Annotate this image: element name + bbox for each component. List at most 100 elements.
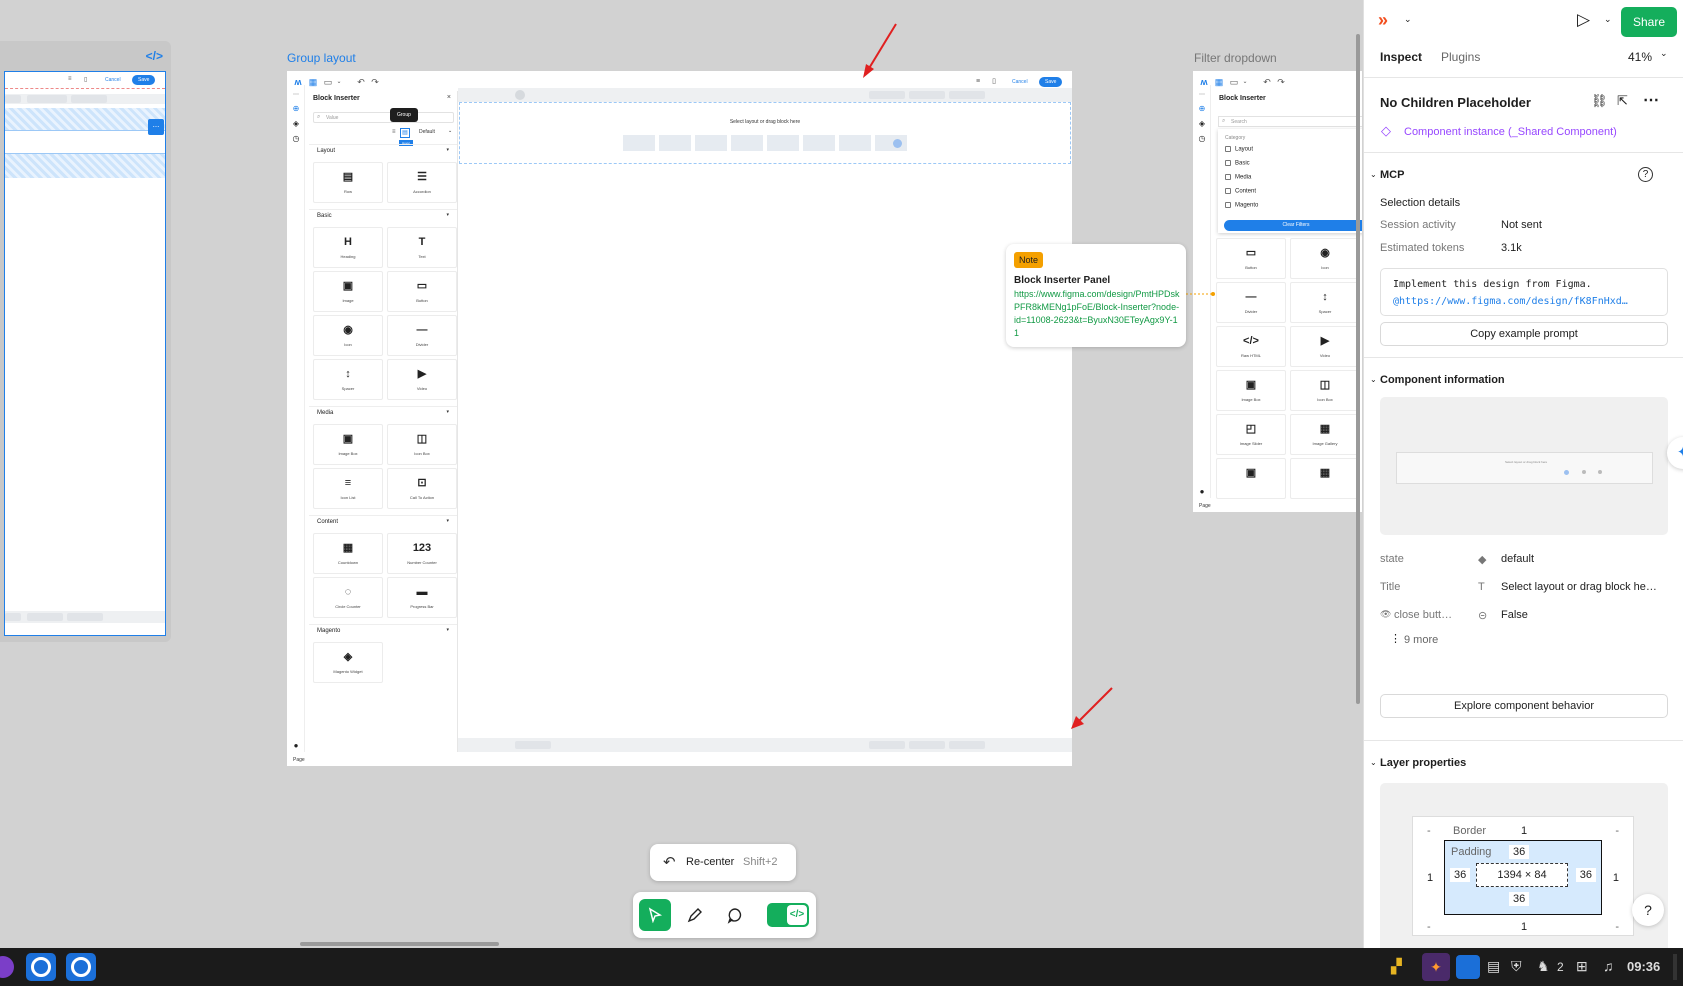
block-tile[interactable]: ◫ Icon Box [387, 424, 457, 465]
block-tile[interactable]: ▭ Button [1216, 238, 1286, 279]
block-tile[interactable]: ▭ Button [387, 271, 457, 312]
block-tile[interactable]: ▣ Image Box [313, 424, 383, 465]
tray-sync-icon[interactable] [1456, 955, 1480, 979]
help-icon[interactable]: ● [1193, 487, 1211, 496]
padding-top-value[interactable]: 36 [1509, 845, 1530, 859]
ai-sparkle-icon[interactable]: ✦ [1667, 437, 1683, 469]
move-tool-button[interactable] [639, 899, 671, 931]
group-icon[interactable]: ▤ [400, 128, 410, 138]
section-title[interactable]: Content [317, 519, 338, 525]
checkbox-icon[interactable] [1225, 160, 1231, 166]
block-tile[interactable]: ◈ Magento Widget [313, 642, 383, 683]
example-prompt-box[interactable]: Implement this design from Figma. @https… [1380, 268, 1668, 316]
layers-icon[interactable]: ◈ [287, 119, 305, 128]
pen-tool-button[interactable] [679, 899, 711, 931]
clipboard-icon[interactable]: ▤ [1487, 958, 1500, 975]
padding-bottom-value[interactable]: 36 [1509, 892, 1530, 906]
block-tile[interactable]: ≡ Icon List [313, 468, 383, 509]
chevron-down-icon[interactable]: ⌄ [1404, 14, 1412, 25]
chevron-down-icon[interactable]: ⌄ [1370, 170, 1377, 179]
block-tile[interactable]: ▣ Image Box [1216, 370, 1286, 411]
padding-right-value[interactable]: 36 [1575, 868, 1596, 882]
code-icon[interactable]: </> [146, 49, 163, 63]
close-icon[interactable]: × [447, 94, 451, 101]
filter-dropdown-frame[interactable]: ʍ ▦ ▭ ⌄ ↶ ↷ ⋯ ⊕ ◈ ◷ ● Block Inserter ⌕ S… [1193, 71, 1362, 512]
prop-value[interactable]: False [1501, 609, 1528, 621]
block-tile[interactable]: ◌ Circle Counter [313, 577, 383, 618]
clock-time[interactable]: 09:36 [1627, 959, 1660, 974]
border-right-value[interactable]: 1 [1613, 872, 1619, 884]
block-tile[interactable]: T Text [387, 227, 457, 268]
add-block-icon[interactable]: ⊕ [287, 104, 305, 113]
checkbox-icon[interactable] [1225, 146, 1231, 152]
block-tile[interactable]: ◉ Icon [313, 315, 383, 356]
prop-value[interactable]: default [1501, 553, 1534, 565]
network-icon[interactable]: ⊞ [1576, 958, 1588, 975]
go-to-component-icon[interactable]: ⇱ [1617, 93, 1628, 109]
block-tile[interactable]: ◰ Image Slider [1216, 414, 1286, 455]
tab-plugins[interactable]: Plugins [1441, 50, 1480, 64]
chevron-down-icon[interactable]: ▾ [446, 409, 449, 415]
save-button[interactable]: Save [1039, 77, 1063, 87]
tray-grid-icon[interactable]: ▞ [1391, 958, 1402, 975]
block-tile-partial[interactable]: ▦ [1290, 458, 1360, 499]
mcp-title[interactable]: MCP [1380, 169, 1404, 181]
category-option[interactable]: Layout [1225, 146, 1253, 153]
checkbox-icon[interactable] [1225, 188, 1231, 194]
category-option[interactable]: Magento [1225, 202, 1258, 209]
block-tile[interactable]: 123 Number Counter [387, 533, 457, 574]
left-more-button[interactable]: ... [148, 119, 164, 135]
eye-icon[interactable]: 👁 [1380, 609, 1391, 620]
block-tile[interactable]: ☰ Accordion [387, 162, 457, 203]
more-props[interactable]: 9 more [1404, 634, 1438, 646]
clock-icon[interactable]: ◷ [1193, 134, 1211, 143]
section-title[interactable]: Magento [317, 628, 340, 634]
canvas-horizontal-scrollbar[interactable] [300, 942, 499, 946]
left-save-button[interactable]: Save [132, 75, 156, 85]
category-option[interactable]: Basic [1225, 160, 1250, 167]
help-button[interactable]: ? [1632, 894, 1664, 926]
note-link[interactable]: https://www.figma.com/design/PmtHPDskPFR… [1014, 288, 1180, 340]
category-option[interactable]: Content [1225, 188, 1256, 195]
help-icon[interactable]: ● [287, 741, 305, 750]
border-left-value[interactable]: 1 [1427, 872, 1433, 884]
figma-logo-icon[interactable]: » [1378, 10, 1388, 31]
note-card[interactable]: Note Block Inserter Panel https://www.fi… [1006, 244, 1186, 347]
default-dropdown[interactable]: Default [419, 129, 435, 135]
list-icon[interactable]: ≡ [392, 129, 396, 135]
app-icon-purple[interactable] [0, 956, 14, 978]
block-tile[interactable]: ▦ Countdown [313, 533, 383, 574]
search-input[interactable]: ⌕ Value [313, 112, 454, 123]
group-layout-frame[interactable]: ʍ ▦ ▭ ⌄ ↶ ↷ ≡ ▯ Cancel Save ⋯ ⊕ ◈ ◷ ● Bl… [287, 71, 1072, 766]
layer-properties-title[interactable]: Layer properties [1380, 757, 1466, 769]
frame-label-filter-dropdown[interactable]: Filter dropdown [1194, 51, 1277, 65]
canvas-vertical-scrollbar[interactable] [1356, 34, 1360, 704]
block-tile[interactable]: ⊡ Call To Action [387, 468, 457, 509]
block-tile[interactable]: ↕ Spacer [313, 359, 383, 400]
tray-app-icon[interactable]: ✦ [1422, 953, 1450, 981]
zoom-level[interactable]: 41% [1628, 50, 1652, 64]
filter-search-input[interactable]: ⌕ Search [1218, 116, 1362, 127]
left-frame[interactable]: </> ≡ ▯ Cancel Save ... [0, 41, 171, 642]
chevron-down-icon[interactable]: ⌄ [1370, 375, 1377, 384]
share-button[interactable]: Share [1621, 7, 1677, 37]
shield-icon[interactable]: ⛨ [1511, 958, 1522, 975]
dev-mode-toggle[interactable]: </> [767, 903, 809, 927]
cancel-button[interactable]: Cancel [1012, 79, 1028, 85]
block-tile[interactable]: ▣ Image [313, 271, 383, 312]
block-tile[interactable]: — Divider [1216, 282, 1286, 323]
chevron-down-icon[interactable]: ▾ [446, 518, 449, 524]
category-option[interactable]: Media [1225, 174, 1251, 181]
clear-filters-button[interactable]: Clear Filters [1224, 220, 1362, 231]
block-tile[interactable]: — Divider [387, 315, 457, 356]
notification-icon[interactable]: ♞ [1537, 958, 1550, 975]
content-size[interactable]: 1394 × 84 [1476, 863, 1568, 887]
block-tile[interactable]: ◉ Icon [1290, 238, 1360, 279]
border-top-value[interactable]: 1 [1521, 825, 1527, 837]
block-tile[interactable]: ↕ Spacer [1290, 282, 1360, 323]
component-instance-link[interactable]: Component instance (_Shared Component) [1404, 126, 1617, 138]
play-icon[interactable]: ▷ [1577, 10, 1590, 30]
drop-zone[interactable]: Select layout or drag block here [459, 102, 1071, 164]
more-options-icon[interactable]: ⋯ [1643, 90, 1659, 110]
section-title[interactable]: Layout [317, 148, 335, 154]
